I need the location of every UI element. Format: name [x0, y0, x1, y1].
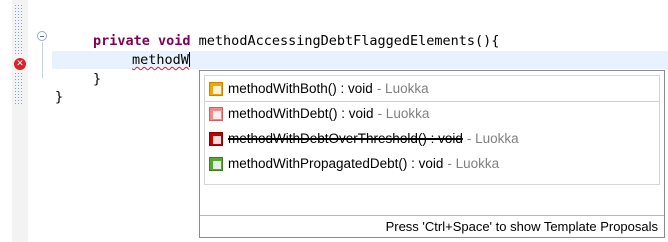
proposal-item[interactable]: methodWithDebt() : void - Luokka [205, 101, 659, 126]
proposal-name: methodWithBoth() : void [228, 81, 373, 96]
method-both-icon [209, 81, 223, 96]
proposal-source: - Luokka [377, 106, 430, 121]
proposal-item[interactable]: methodWithPropagatedDebt() : void - Luok… [205, 151, 659, 176]
fold-collapse-icon[interactable] [37, 31, 47, 41]
error-icon[interactable]: ✕ [14, 58, 26, 70]
proposal-source: - Luokka [466, 131, 519, 146]
left-ruler: ✕ [0, 0, 28, 242]
method-signature: methodAccessingDebtFlaggedElements(){ [190, 33, 500, 49]
proposal-item[interactable]: methodWithDebtOverThreshold() : void - L… [205, 126, 659, 151]
closing-brace-outer: } [55, 89, 64, 105]
gutter-marker-bottom [14, 72, 22, 106]
proposal-name: methodWithDebt() : void [228, 106, 374, 121]
typed-identifier: methodW [132, 52, 189, 68]
gutter-marker-top [14, 4, 22, 56]
proposal-item[interactable]: methodWithBoth() : void - Luokka [205, 76, 659, 102]
content-assist-popup: methodWithBoth() : void - Luokka methodW… [199, 70, 665, 238]
method-declaration-line[interactable]: private void methodAccessingDebtFlaggedE… [93, 32, 499, 50]
proposal-name: methodWithDebtOverThreshold() : void [228, 131, 463, 146]
method-propagated-debt-icon [209, 156, 223, 171]
typing-line[interactable]: methodW [132, 51, 190, 69]
proposal-source: - Luokka [447, 156, 500, 171]
template-proposals-hint[interactable]: Press 'Ctrl+Space' to show Template Prop… [200, 215, 664, 237]
text-caret [188, 52, 190, 67]
proposal-list[interactable]: methodWithBoth() : void - Luokka methodW… [204, 75, 660, 185]
proposal-source: - Luokka [376, 81, 429, 96]
code-keywords: private void [93, 33, 191, 49]
closing-brace-inner: } [93, 71, 102, 87]
method-debt-threshold-icon [209, 131, 223, 146]
proposal-name: methodWithPropagatedDebt() : void [228, 156, 444, 171]
fold-range-line [42, 42, 43, 78]
method-debt-icon [209, 106, 223, 121]
